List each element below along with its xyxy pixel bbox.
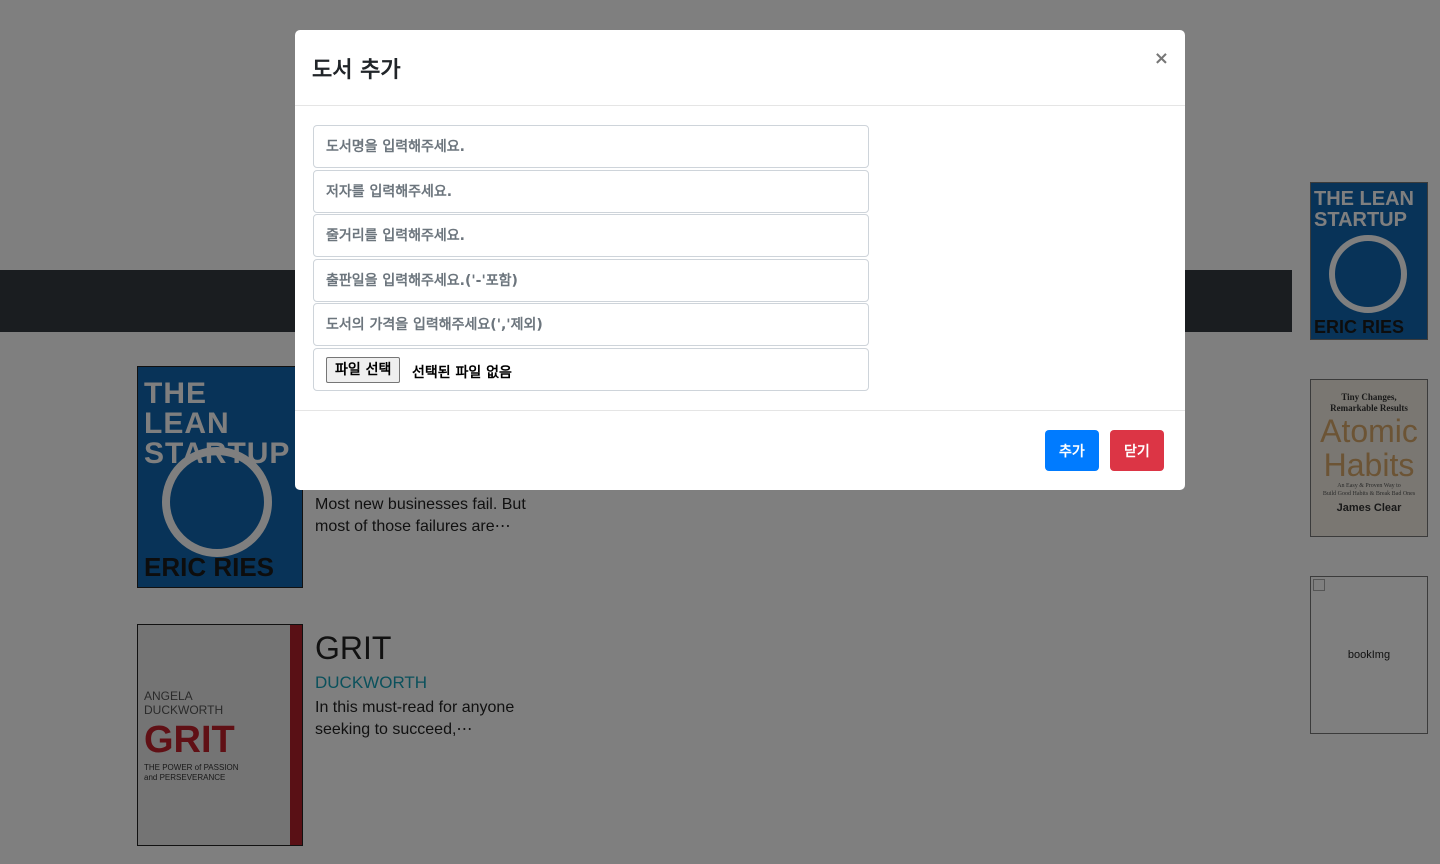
price-field[interactable]: [313, 303, 869, 346]
publish-date-field[interactable]: [313, 259, 869, 302]
publish-date-input[interactable]: [314, 260, 868, 301]
modal-header: 도서 추가 ×: [295, 30, 1185, 106]
add-button[interactable]: 추가: [1045, 430, 1099, 471]
author-input[interactable]: [314, 171, 868, 212]
price-input[interactable]: [314, 304, 868, 345]
modal-title: 도서 추가: [312, 58, 401, 83]
book-title-field[interactable]: [313, 125, 869, 168]
summary-input[interactable]: [314, 215, 868, 256]
page: THE LEAN STARTUP ERIC RIES Most new busi…: [0, 0, 1440, 864]
file-status-text: 선택된 파일 없음: [412, 365, 512, 381]
modal-footer: 추가 닫기: [295, 410, 1185, 490]
close-icon[interactable]: ×: [1154, 48, 1169, 69]
book-title-input[interactable]: [314, 126, 868, 167]
author-field[interactable]: [313, 170, 869, 213]
summary-field[interactable]: [313, 214, 869, 257]
modal-body: 파일 선택 선택된 파일 없음: [295, 106, 1185, 410]
add-book-modal: 도서 추가 × 파일 선택 선택된 파일 없음: [295, 30, 1185, 490]
close-button[interactable]: 닫기: [1110, 430, 1164, 471]
file-input-field[interactable]: 파일 선택 선택된 파일 없음: [313, 348, 869, 391]
file-select-button[interactable]: 파일 선택: [326, 357, 401, 383]
